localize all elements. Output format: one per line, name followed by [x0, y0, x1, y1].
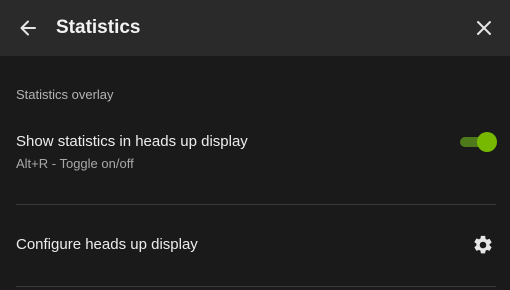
divider	[16, 204, 496, 205]
close-icon	[477, 21, 491, 35]
arrow-left-icon	[20, 20, 36, 36]
statistics-window: Statistics Statistics overlay Show stati…	[0, 0, 510, 290]
hud-toggle-label: Show statistics in heads up display	[16, 133, 248, 150]
section-label: Statistics overlay	[16, 87, 114, 102]
divider	[16, 286, 496, 287]
hud-toggle-shortcut: Alt+R - Toggle on/off	[16, 156, 134, 171]
configure-hud-label: Configure heads up display	[16, 236, 198, 253]
configure-hud-button[interactable]	[472, 234, 494, 256]
back-button[interactable]	[14, 14, 42, 42]
hud-toggle-switch[interactable]	[460, 132, 497, 152]
gear-icon	[474, 235, 492, 254]
page-title: Statistics	[56, 17, 141, 38]
toggle-knob	[477, 132, 497, 152]
header-bar: Statistics	[0, 0, 510, 56]
close-button[interactable]	[470, 14, 498, 42]
